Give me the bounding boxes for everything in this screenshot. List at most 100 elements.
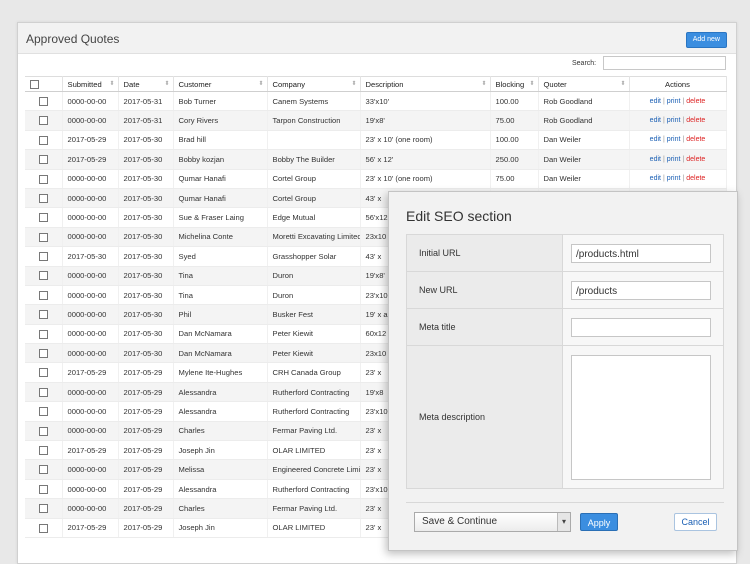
cell-description: 56' x 12' xyxy=(360,149,491,170)
row-checkbox[interactable] xyxy=(25,382,63,403)
cell-submitted: 0000-00-00 xyxy=(62,343,119,364)
col-blocking[interactable]: Blocking ⬍ xyxy=(490,76,539,92)
cell-customer: Alessandra xyxy=(173,382,268,403)
cell-company: Duron xyxy=(267,266,361,286)
table-row: 2017-05-29 2017-05-30 Brad hill 23' x 10' (… xyxy=(25,130,727,151)
save-mode-select[interactable]: Save & Continue ▾ xyxy=(414,512,571,532)
print-link[interactable]: print xyxy=(667,117,681,124)
cell-date: 2017-05-30 xyxy=(118,188,174,209)
delete-link[interactable]: delete xyxy=(686,136,705,143)
cell-customer: Joseph Jin xyxy=(173,440,268,461)
row-checkbox[interactable] xyxy=(25,498,63,519)
row-checkbox[interactable] xyxy=(25,421,63,442)
meta-title-input[interactable] xyxy=(571,317,711,337)
row-checkbox[interactable] xyxy=(25,110,63,131)
row-checkbox[interactable] xyxy=(25,91,63,112)
cell-customer: Sue & Fraser Laing xyxy=(173,207,268,228)
row-checkbox[interactable] xyxy=(25,207,63,228)
cell-customer: Tina xyxy=(173,285,268,306)
col-quoter[interactable]: Quoter ⬍ xyxy=(538,76,630,92)
col-customer[interactable]: Customer ⬍ xyxy=(173,76,268,92)
cell-customer: Qumar Hanafi xyxy=(173,169,268,189)
row-checkbox[interactable] xyxy=(25,362,63,383)
row-checkbox[interactable] xyxy=(25,285,63,306)
print-link[interactable]: print xyxy=(667,136,681,143)
cell-submitted: 2017-05-29 xyxy=(62,518,119,538)
meta-description-textarea[interactable] xyxy=(571,354,711,480)
new-url-input[interactable]: /products xyxy=(571,280,711,300)
delete-link[interactable]: delete xyxy=(686,156,705,163)
row-checkbox[interactable] xyxy=(25,479,63,500)
row-checkbox[interactable] xyxy=(25,304,63,325)
row-checkbox[interactable] xyxy=(25,440,63,461)
delete-link[interactable]: delete xyxy=(686,117,705,124)
col-date[interactable]: Date ⬍ xyxy=(118,76,174,92)
col-company[interactable]: Company ⬍ xyxy=(267,76,361,92)
cell-submitted: 0000-00-00 xyxy=(62,266,119,286)
row-checkbox[interactable] xyxy=(25,401,63,422)
sort-icon: ⬍ xyxy=(620,81,626,87)
cell-company: Rutherford Contracting xyxy=(267,401,361,422)
row-checkbox[interactable] xyxy=(25,130,63,151)
new-url-label: New URL xyxy=(406,271,563,309)
cell-company: Canem Systems xyxy=(267,91,361,112)
cell-company: Peter Kiewit xyxy=(267,324,361,345)
edit-link[interactable]: edit xyxy=(650,156,661,163)
cell-company: Fermar Paving Ltd. xyxy=(267,421,361,442)
edit-link[interactable]: edit xyxy=(650,136,661,143)
cell-customer: Dan McNamara xyxy=(173,343,268,364)
sort-icon: ⬍ xyxy=(529,81,535,87)
cell-date: 2017-05-29 xyxy=(118,362,174,383)
sort-icon: ⬍ xyxy=(351,81,357,87)
print-link[interactable]: print xyxy=(667,98,681,105)
cell-customer: Phil xyxy=(173,304,268,325)
delete-link[interactable]: delete xyxy=(686,98,705,105)
row-checkbox[interactable] xyxy=(25,343,63,364)
cell-submitted: 0000-00-00 xyxy=(62,421,119,442)
apply-button[interactable]: Apply xyxy=(580,513,618,531)
cell-submitted: 2017-05-29 xyxy=(62,149,119,170)
row-checkbox[interactable] xyxy=(25,459,63,480)
cell-date: 2017-05-30 xyxy=(118,285,174,306)
row-checkbox[interactable] xyxy=(25,149,63,170)
cell-submitted: 0000-00-00 xyxy=(62,479,119,500)
row-checkbox[interactable] xyxy=(25,169,63,189)
search-input[interactable] xyxy=(603,56,726,70)
col-submitted[interactable]: Submitted ⬍ xyxy=(62,76,119,92)
cell-submitted: 0000-00-00 xyxy=(62,207,119,228)
cell-date: 2017-05-30 xyxy=(118,324,174,345)
row-checkbox[interactable] xyxy=(25,518,63,538)
add-new-button[interactable]: Add new xyxy=(685,32,727,48)
cell-company: OLAR LIMITED xyxy=(267,518,361,538)
select-all-checkbox[interactable] xyxy=(25,76,63,92)
initial-url-input[interactable]: /products.html xyxy=(571,243,711,263)
cell-date: 2017-05-31 xyxy=(118,110,174,131)
cell-submitted: 2017-05-29 xyxy=(62,440,119,461)
cell-customer: Alessandra xyxy=(173,401,268,422)
cell-date: 2017-05-31 xyxy=(118,91,174,112)
print-link[interactable]: print xyxy=(667,156,681,163)
cell-submitted: 0000-00-00 xyxy=(62,227,119,248)
row-checkbox[interactable] xyxy=(25,266,63,286)
cell-quoter: Dan Weiler xyxy=(538,169,630,189)
edit-link[interactable]: edit xyxy=(650,117,661,124)
cancel-button[interactable]: Cancel xyxy=(674,513,717,531)
edit-link[interactable]: edit xyxy=(650,175,661,182)
cell-company: Fermar Paving Ltd. xyxy=(267,498,361,519)
row-actions: edit | print | delete xyxy=(629,91,727,112)
cell-customer: Brad hill xyxy=(173,130,268,151)
cell-company: CRH Canada Group xyxy=(267,362,361,383)
row-checkbox[interactable] xyxy=(25,227,63,248)
search-label: Search: xyxy=(572,60,597,67)
delete-link[interactable]: delete xyxy=(686,175,705,182)
cell-company: Peter Kiewit xyxy=(267,343,361,364)
row-checkbox[interactable] xyxy=(25,188,63,209)
row-checkbox[interactable] xyxy=(25,246,63,267)
cell-quoter: Dan Weiler xyxy=(538,130,630,151)
edit-link[interactable]: edit xyxy=(650,98,661,105)
row-checkbox[interactable] xyxy=(25,324,63,345)
print-link[interactable]: print xyxy=(667,175,681,182)
cell-submitted: 2017-05-30 xyxy=(62,246,119,267)
col-description[interactable]: Description ⬍ xyxy=(360,76,491,92)
cell-company: Busker Fest xyxy=(267,304,361,325)
